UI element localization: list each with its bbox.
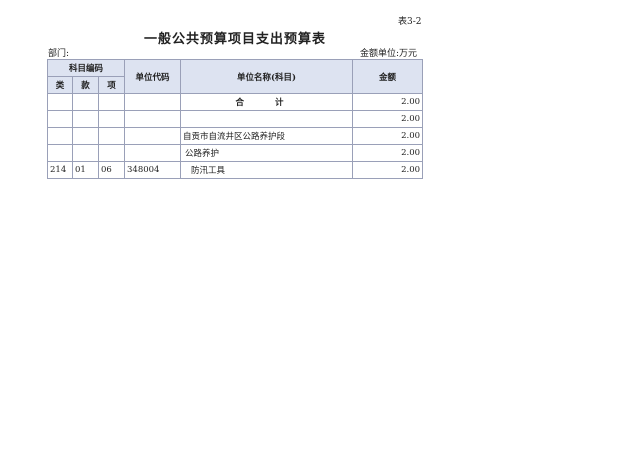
cell-xiang: 06 bbox=[97, 161, 126, 179]
cell-xiang bbox=[97, 93, 126, 111]
cell-amount: 2.00 bbox=[352, 110, 424, 128]
cell-unit-name: 防汛工具 bbox=[180, 161, 354, 179]
cell-lei: 214 bbox=[47, 161, 73, 179]
cell-unit-code bbox=[124, 93, 182, 111]
cell-unit-name: 公路养护 bbox=[180, 144, 354, 162]
cell-xiang bbox=[97, 144, 126, 162]
table-row: 214 01 06 348004 防汛工具 2.00 bbox=[47, 161, 424, 179]
header-unit-name: 单位名称(科目) bbox=[180, 59, 354, 94]
header-amount: 金额 bbox=[352, 59, 424, 94]
cell-unit-name bbox=[180, 110, 354, 128]
department-label: 部门: bbox=[48, 49, 70, 59]
cell-xiang bbox=[97, 110, 126, 128]
cell-amount: 2.00 bbox=[352, 144, 424, 162]
cell-kuan: 01 bbox=[72, 161, 99, 179]
header-kuan: 款 bbox=[72, 76, 99, 94]
cell-kuan bbox=[72, 144, 99, 162]
cell-unit-code: 348004 bbox=[124, 161, 182, 179]
table-row: 自贡市自流井区公路养护段 2.00 bbox=[47, 127, 424, 145]
cell-kuan bbox=[72, 93, 99, 111]
header-lei: 类 bbox=[47, 76, 73, 94]
header-xiang: 项 bbox=[97, 76, 126, 94]
cell-lei bbox=[47, 144, 73, 162]
cell-kuan bbox=[72, 110, 99, 128]
cell-unit-code bbox=[124, 144, 182, 162]
cell-unit-name: 合 计 bbox=[180, 93, 354, 111]
table-row: 公路养护 2.00 bbox=[47, 144, 424, 162]
budget-table: 科目编码 单位代码 单位名称(科目) 金额 类 款 项 合 计 2.00 2.0… bbox=[46, 59, 424, 179]
amount-unit-label: 金额单位:万元 bbox=[360, 49, 418, 59]
page-title: 一般公共预算项目支出预算表 bbox=[143, 32, 326, 47]
cell-amount: 2.00 bbox=[352, 127, 424, 145]
cell-kuan bbox=[72, 127, 99, 145]
cell-unit-code bbox=[124, 110, 182, 128]
cell-lei bbox=[47, 127, 73, 145]
cell-unit-name: 自贡市自流井区公路养护段 bbox=[180, 127, 354, 145]
cell-lei bbox=[47, 93, 73, 111]
cell-lei bbox=[47, 110, 73, 128]
header-unit-code: 单位代码 bbox=[124, 59, 182, 94]
cell-amount: 2.00 bbox=[352, 93, 424, 111]
cell-xiang bbox=[97, 127, 126, 145]
table-row: 2.00 bbox=[47, 110, 424, 128]
cell-unit-code bbox=[124, 127, 182, 145]
table-number: 表3-2 bbox=[398, 17, 422, 27]
cell-amount: 2.00 bbox=[352, 161, 424, 179]
header-subject-code: 科目编码 bbox=[46, 59, 126, 77]
table-row-total: 合 计 2.00 bbox=[47, 93, 424, 111]
